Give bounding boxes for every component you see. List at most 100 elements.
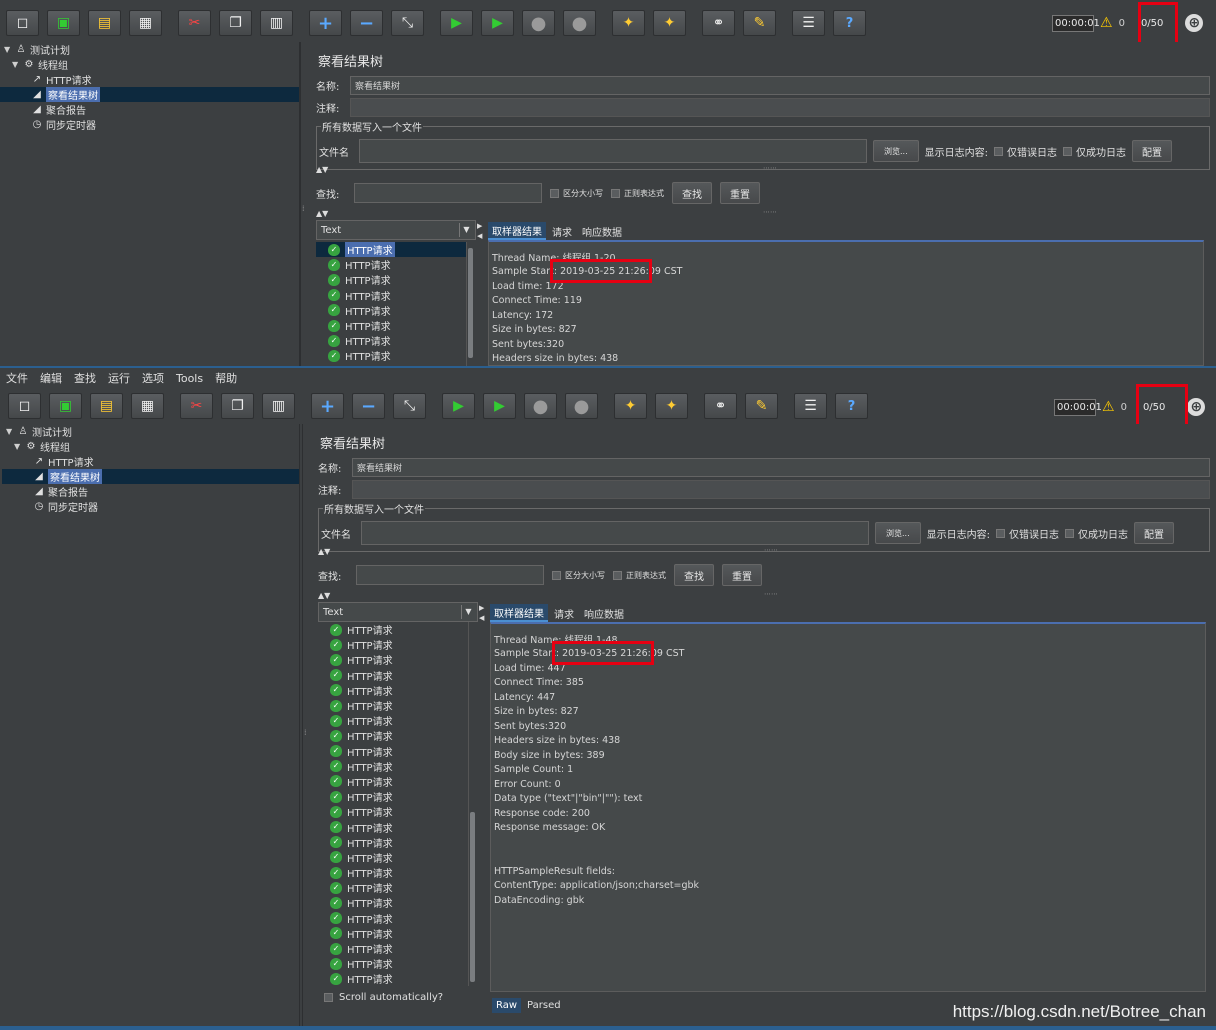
sample-list-item[interactable]: ✓ HTTP请求 [318, 698, 468, 713]
copy-icon[interactable]: ❐ [219, 10, 252, 36]
reset-button[interactable]: 重置 [722, 564, 762, 586]
sample-list-item[interactable]: ✓ HTTP请求 [318, 926, 468, 941]
stop-icon[interactable]: ● [524, 393, 557, 419]
tree-item[interactable]: ◢ 聚合报告 [2, 484, 299, 499]
sample-list-item[interactable]: ✓ HTTP请求 [316, 242, 466, 258]
templates-icon[interactable]: ▣ [49, 393, 82, 419]
renderer-select[interactable]: Text ▼ [316, 220, 476, 240]
scroll-thumb[interactable] [470, 812, 475, 982]
sample-list-item[interactable]: ✓ HTTP请求 [318, 713, 468, 728]
checkbox-box[interactable] [1063, 146, 1073, 156]
clear-all-icon[interactable]: ✦ [653, 10, 686, 36]
configure-button[interactable]: 配置 [1134, 522, 1175, 544]
menu-search[interactable]: 查找 [74, 370, 96, 386]
case-sensitive-checkbox[interactable]: 区分大小写 [550, 188, 603, 199]
tree-twisty[interactable]: ▼ [4, 45, 14, 54]
find-button[interactable]: 查找 [674, 564, 714, 586]
comment-input[interactable] [350, 97, 1210, 117]
menu-tools[interactable]: Tools [176, 372, 203, 385]
start-icon[interactable]: ▶ [442, 393, 475, 419]
tab-response-data[interactable]: 响应数据 [580, 604, 628, 622]
start-no-timers-icon[interactable]: ▶ [481, 10, 514, 36]
clear-icon[interactable]: ✦ [614, 393, 647, 419]
browse-button[interactable]: 浏览... [875, 522, 921, 544]
results-splitter[interactable]: ▶ ◀ [477, 220, 483, 366]
errors-only-checkbox[interactable]: 仅错误日志 [994, 144, 1057, 159]
tab-sampler-result[interactable]: 取样器结果 [488, 222, 546, 240]
sample-list-item[interactable]: ✓ HTTP请求 [316, 303, 466, 318]
checkbox-box[interactable] [552, 570, 561, 580]
sample-list-item[interactable]: ✓ HTTP请求 [318, 652, 468, 667]
test-plan-tree[interactable]: ▼ ♙ 测试计划 ▼ ⚙ 线程组 ↗ HTTP请求 ◢ 察看结果树 ◢ 聚合报告 ◷ 同步定时器 [0, 42, 300, 366]
collapse-icon[interactable]: − [350, 10, 383, 36]
regex-checkbox[interactable]: 正则表达式 [613, 570, 666, 581]
sample-list-item[interactable]: ✓ HTTP请求 [318, 850, 468, 865]
sample-list-scrollbar[interactable] [468, 622, 476, 986]
help-icon[interactable]: ? [835, 393, 868, 419]
sample-list-item[interactable]: ✓ HTTP请求 [318, 880, 468, 895]
search-icon[interactable]: ⚭ [704, 393, 737, 419]
sample-list-scrollbar[interactable] [466, 242, 474, 366]
tree-item[interactable]: ↗ HTTP请求 [2, 454, 299, 469]
case-sensitive-checkbox[interactable]: 区分大小写 [552, 570, 605, 581]
sample-list-item[interactable]: ✓ HTTP请求 [316, 318, 466, 333]
remote-globe-icon[interactable]: ⊕ [1187, 398, 1206, 416]
tree-item[interactable]: ◷ 同步定时器 [2, 499, 299, 514]
sample-list-item[interactable]: ✓ HTTP请求 [318, 637, 468, 652]
sample-list-item[interactable]: ✓ HTTP请求 [316, 272, 466, 287]
collapse-bar[interactable]: ▲▼ ⋯⋯ [318, 546, 1210, 559]
checkbox-box[interactable] [550, 188, 559, 198]
sample-list-item[interactable]: ✓ HTTP请求 [318, 971, 468, 986]
filename-input[interactable] [361, 521, 869, 545]
renderer-select[interactable]: Text ▼ [318, 602, 478, 622]
errors-only-checkbox[interactable]: 仅错误日志 [996, 526, 1059, 541]
sample-list-item[interactable]: ✓ HTTP请求 [318, 819, 468, 835]
search-input[interactable] [356, 565, 544, 585]
cut-icon[interactable]: ✂ [178, 10, 211, 36]
test-plan-tree[interactable]: ▼ ♙ 测试计划 ▼ ⚙ 线程组 ↗ HTTP请求 ◢ 察看结果树 ◢ 聚合报告 ◷ 同步定时器 [0, 424, 300, 1030]
warning-icon[interactable]: ⚠ [1102, 399, 1115, 415]
open-icon[interactable]: ▤ [90, 393, 123, 419]
sample-list-item[interactable]: ✓ HTTP请求 [318, 668, 468, 683]
results-splitter[interactable]: ▶ ◀ [479, 602, 485, 1030]
warning-icon[interactable]: ⚠ [1100, 15, 1113, 31]
clear-all-icon[interactable]: ✦ [655, 393, 688, 419]
sample-list-item[interactable]: ✓ HTTP请求 [318, 789, 468, 804]
scroll-thumb[interactable] [468, 248, 473, 358]
new-icon[interactable]: ◻ [8, 393, 41, 419]
checkbox-box[interactable] [611, 188, 620, 198]
tree-twisty[interactable]: ▼ [6, 427, 16, 436]
shutdown-icon[interactable]: ● [565, 393, 598, 419]
toggle-icon[interactable]: ⤡ [393, 393, 426, 419]
sample-list-item[interactable]: ✓ HTTP请求 [316, 288, 466, 303]
tab-request[interactable]: 请求 [548, 222, 576, 240]
checkbox-box[interactable] [613, 570, 622, 580]
tree-item[interactable]: ▼ ♙ 测试计划 [0, 42, 299, 57]
sample-list-item[interactable]: ✓ HTTP请求 [318, 911, 468, 926]
sample-list-item[interactable]: ✓ HTTP请求 [318, 683, 468, 698]
menu-file[interactable]: 文件 [6, 370, 28, 386]
paste-icon[interactable]: ▥ [262, 393, 295, 419]
menu-edit[interactable]: 编辑 [40, 370, 62, 386]
chevron-down-icon[interactable]: ▼ [461, 605, 475, 619]
tree-item[interactable]: ◢ 察看结果树 [0, 87, 299, 102]
templates-icon[interactable]: ▣ [47, 10, 80, 36]
search-icon[interactable]: ⚭ [702, 10, 735, 36]
sample-list-item[interactable]: ✓ HTTP请求 [318, 956, 468, 971]
tree-item[interactable]: ◷ 同步定时器 [0, 117, 299, 132]
tab-parsed[interactable]: Parsed [523, 998, 565, 1013]
clear-icon[interactable]: ✦ [612, 10, 645, 36]
scroll-auto-checkbox[interactable]: Scroll automatically? [324, 992, 443, 1003]
browse-button[interactable]: 浏览... [873, 140, 919, 162]
search-input[interactable] [354, 183, 542, 203]
sample-list-item[interactable]: ✓ HTTP请求 [318, 622, 468, 637]
sample-list-item[interactable]: ✓ HTTP请求 [318, 774, 468, 789]
checkbox-box[interactable] [324, 993, 333, 1002]
main-splitter[interactable]: ⁞ [300, 42, 306, 366]
configure-button[interactable]: 配置 [1132, 140, 1173, 162]
toggle-icon[interactable]: ⤡ [391, 10, 424, 36]
expand-icon[interactable]: + [309, 10, 342, 36]
sample-list-item[interactable]: ✓ HTTP请求 [316, 257, 466, 272]
sample-list-item[interactable]: ✓ HTTP请求 [318, 744, 468, 759]
tree-item[interactable]: ◢ 聚合报告 [0, 102, 299, 117]
